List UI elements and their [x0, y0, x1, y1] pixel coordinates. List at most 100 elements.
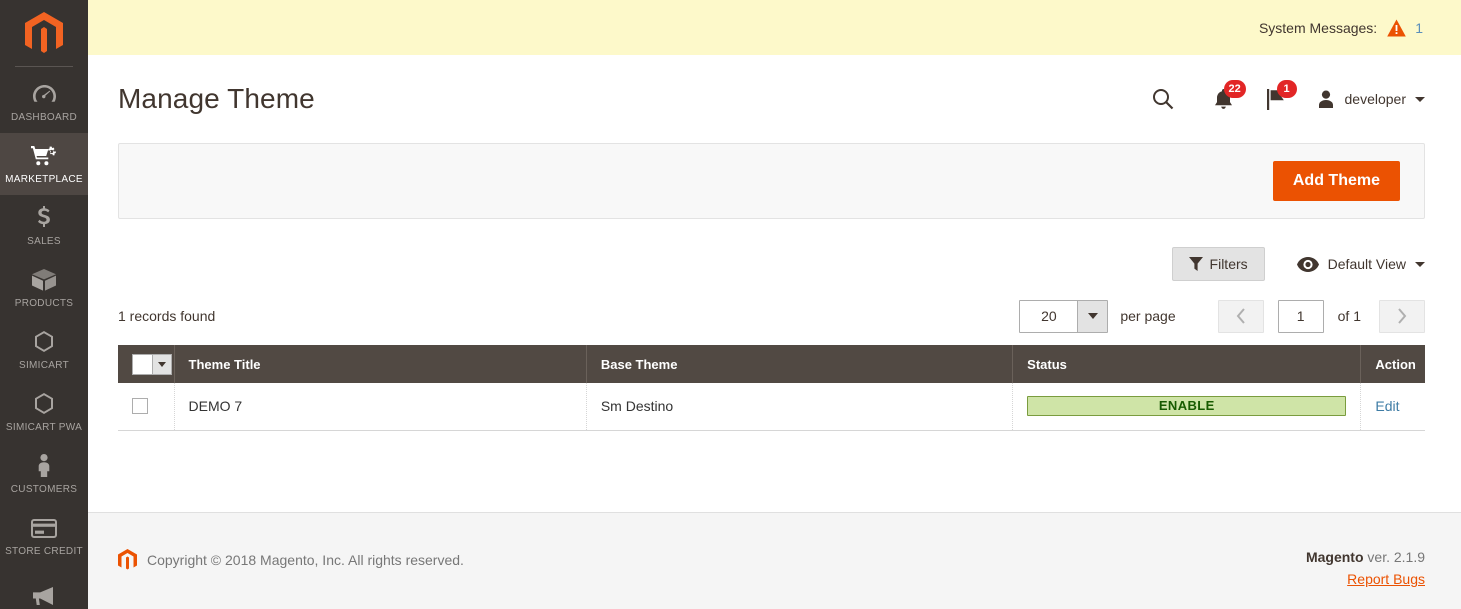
sidebar-item-label: STORE CREDIT	[5, 546, 83, 557]
cell-theme-title: DEMO 7	[174, 383, 587, 431]
admin-sidebar: DASHBOARD MARKETPLACE SALES PRODUCTS SIM	[0, 0, 88, 609]
chevron-down-icon	[1415, 96, 1425, 102]
previous-page-button[interactable]	[1217, 299, 1264, 333]
user-name-label: developer	[1344, 91, 1407, 107]
table-row: DEMO 7 Sm Destino ENABLE Edit	[118, 383, 1425, 431]
page-header: Manage Theme 22 1 developer	[88, 55, 1461, 143]
footer-left: Copyright © 2018 Magento, Inc. All right…	[118, 549, 464, 570]
dollar-icon	[37, 205, 51, 231]
table-body: DEMO 7 Sm Destino ENABLE Edit	[118, 383, 1425, 431]
messages-flag-icon[interactable]: 1	[1266, 79, 1297, 110]
version-number: ver. 2.1.9	[1363, 549, 1425, 565]
select-all-control[interactable]	[132, 353, 172, 375]
filters-button[interactable]: Filters	[1171, 247, 1265, 281]
view-switcher[interactable]: Default View	[1296, 256, 1425, 272]
row-select-cell	[118, 383, 175, 431]
sidebar-item-label: SIMICART PWA	[5, 422, 83, 433]
paging-controls: 20 per page 1 of 1	[1019, 299, 1425, 333]
sidebar-item-store-credit[interactable]: STORE CREDIT	[0, 505, 88, 567]
funnel-icon	[1188, 257, 1203, 271]
column-base-theme[interactable]: Base Theme	[586, 345, 1014, 383]
current-page-input[interactable]: 1	[1277, 299, 1324, 333]
sidebar-item-simicart[interactable]: SIMICART	[0, 319, 88, 381]
per-page-value: 20	[1041, 308, 1057, 324]
megaphone-icon	[31, 583, 57, 609]
chevron-left-icon	[1236, 308, 1245, 324]
column-theme-title[interactable]: Theme Title	[174, 345, 587, 383]
dashboard-icon	[32, 81, 57, 107]
magento-logo[interactable]	[0, 0, 88, 66]
system-messages-label: System Messages:	[1258, 19, 1378, 36]
sidebar-item-label: CUSTOMERS	[10, 484, 78, 495]
column-select-all[interactable]	[118, 345, 175, 383]
table-head: Theme Title Base Theme Status Action	[118, 345, 1425, 383]
view-label: Default View	[1327, 256, 1406, 272]
marketplace-cart-icon	[31, 143, 57, 169]
hexagon-icon	[33, 391, 55, 417]
select-all-checkbox[interactable]	[132, 353, 153, 375]
user-menu[interactable]: developer	[1316, 89, 1425, 109]
sidebar-divider	[15, 66, 73, 67]
sidebar-item-label: MARKETPLACE	[5, 174, 83, 185]
per-page-dropdown-arrow[interactable]	[1077, 300, 1108, 332]
cell-status: ENABLE	[1012, 383, 1362, 431]
page-title: Manage Theme	[118, 83, 315, 114]
person-icon	[36, 453, 52, 479]
user-avatar-icon	[1318, 90, 1333, 108]
sidebar-item-sales[interactable]: SALES	[0, 195, 88, 257]
select-all-dropdown[interactable]	[153, 353, 172, 375]
report-bugs-link[interactable]: Report Bugs	[1306, 571, 1425, 587]
system-messages-bar[interactable]: System Messages: 1	[88, 0, 1461, 55]
add-theme-button[interactable]: Add Theme	[1272, 161, 1400, 201]
header-actions: 22 1 developer	[1152, 79, 1425, 110]
chevron-down-icon	[1415, 261, 1425, 267]
messages-badge: 1	[1276, 79, 1297, 98]
notifications-bell-icon[interactable]: 22	[1214, 79, 1246, 110]
box-icon	[31, 267, 57, 293]
filters-label: Filters	[1209, 256, 1248, 272]
next-page-button[interactable]	[1379, 299, 1425, 333]
grid-toolbar: Filters Default View	[118, 237, 1425, 291]
footer-right: Magento ver. 2.1.9 Report Bugs	[1306, 549, 1425, 587]
version-line: Magento ver. 2.1.9	[1306, 549, 1425, 565]
table-header-row: Theme Title Base Theme Status Action	[118, 345, 1425, 383]
sidebar-item-customers[interactable]: CUSTOMERS	[0, 443, 88, 505]
sidebar-item-simicart-pwa[interactable]: SIMICART PWA	[0, 381, 88, 443]
cell-action: Edit	[1360, 383, 1425, 431]
per-page-label: per page	[1120, 308, 1176, 324]
warning-triangle-icon	[1387, 19, 1407, 36]
edit-link[interactable]: Edit	[1375, 398, 1399, 414]
sidebar-item-dashboard[interactable]: DASHBOARD	[0, 71, 88, 133]
copyright-text: Copyright © 2018 Magento, Inc. All right…	[147, 551, 464, 568]
per-page-select[interactable]: 20	[1019, 299, 1109, 333]
credit-card-icon	[31, 515, 57, 541]
column-action: Action	[1360, 345, 1425, 383]
eye-icon	[1296, 256, 1319, 272]
total-pages-label: of 1	[1337, 308, 1361, 324]
sidebar-item-products[interactable]: PRODUCTS	[0, 257, 88, 319]
sidebar-item-marketplace[interactable]: MARKETPLACE	[0, 133, 88, 195]
themes-table: Theme Title Base Theme Status Action DEM…	[118, 345, 1425, 431]
sidebar-item-label: SALES	[27, 236, 61, 247]
admin-page: DASHBOARD MARKETPLACE SALES PRODUCTS SIM	[0, 0, 1461, 609]
column-status[interactable]: Status	[1012, 345, 1362, 383]
grid-paging: 1 records found 20 per page 1 of 1	[118, 291, 1425, 341]
sidebar-item-label: SIMICART	[19, 360, 69, 371]
sidebar-item-label: PRODUCTS	[14, 298, 74, 309]
system-messages-count[interactable]: 1	[1415, 20, 1423, 36]
main-region: System Messages: 1 Manage Theme 22 1 dev…	[88, 0, 1461, 609]
hexagon-icon	[33, 329, 55, 355]
magento-logo-small	[118, 549, 137, 570]
sidebar-item-label: DASHBOARD	[10, 112, 78, 123]
notifications-badge: 22	[1223, 79, 1246, 98]
page-actions-panel: Add Theme	[118, 143, 1425, 219]
chevron-right-icon	[1398, 308, 1407, 324]
records-found-label: 1 records found	[118, 308, 216, 324]
row-checkbox[interactable]	[132, 398, 148, 415]
sidebar-item-marketing[interactable]	[0, 567, 88, 609]
page-footer: Copyright © 2018 Magento, Inc. All right…	[88, 512, 1461, 609]
magento-logo-icon	[25, 12, 63, 53]
version-brand: Magento	[1305, 549, 1364, 565]
status-badge: ENABLE	[1027, 396, 1347, 417]
search-icon[interactable]	[1152, 88, 1174, 110]
